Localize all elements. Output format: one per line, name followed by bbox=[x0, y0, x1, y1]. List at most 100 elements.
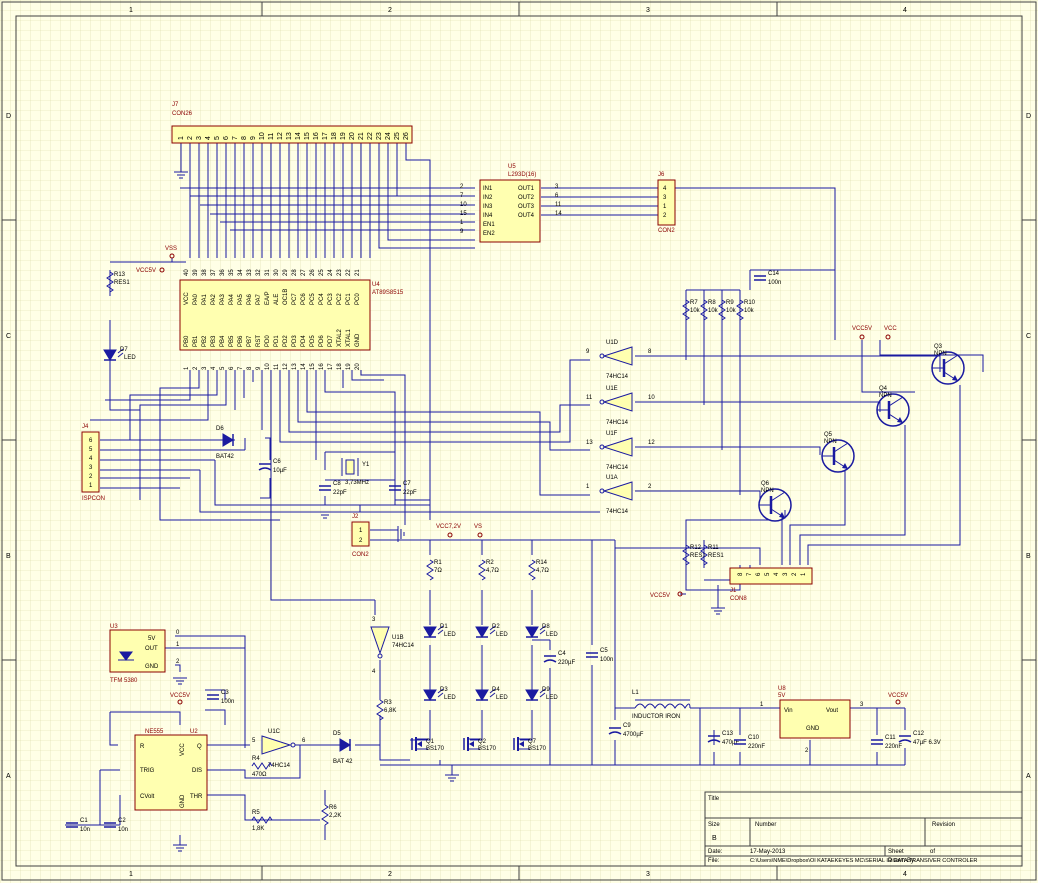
capacitor-value: 10n bbox=[80, 827, 90, 833]
l1-ref: L1 bbox=[632, 690, 639, 696]
connector-j6: J6 CON2 4312 bbox=[657, 172, 676, 234]
j7-pin: 18 bbox=[331, 132, 338, 140]
u4-top-label: ALE bbox=[274, 294, 280, 305]
row-label-B-right: B bbox=[1026, 553, 1031, 560]
j7-pin: 12 bbox=[277, 132, 284, 140]
inverter-ref: U1C bbox=[268, 729, 281, 735]
diode-value: LED bbox=[444, 632, 456, 638]
row-label-D-right: D bbox=[1026, 113, 1031, 120]
resistor-ref: R13 bbox=[114, 272, 126, 278]
j7-pin: 5 bbox=[214, 136, 221, 140]
resistor-value: 470Ω bbox=[252, 772, 267, 778]
u4-top-pin: 27 bbox=[301, 269, 307, 276]
j7-pin: 17 bbox=[322, 132, 329, 140]
transistor-ref: Q5 bbox=[824, 432, 833, 438]
row-label-A-right: A bbox=[1026, 773, 1031, 780]
u4-bottom-label: PD1 bbox=[274, 335, 280, 347]
inverter-part: 74HC14 bbox=[392, 643, 415, 649]
resistor-ref: R7 bbox=[690, 300, 698, 306]
j1-ref: J1 bbox=[730, 588, 737, 594]
j7-pin: 25 bbox=[394, 132, 401, 140]
u4-top-pin: 29 bbox=[283, 269, 289, 276]
transistor-type: NPN bbox=[761, 488, 774, 494]
resistor-ref: R5 bbox=[252, 810, 260, 816]
j7-pin: 4 bbox=[205, 136, 212, 140]
u4-top-label: PC1 bbox=[346, 293, 352, 305]
u4-top-pin: 39 bbox=[193, 269, 199, 276]
u2-label-cvolt: CVolt bbox=[140, 794, 155, 800]
inverter-ref: U1E bbox=[606, 386, 618, 392]
drawn-label: Drawn By: bbox=[888, 858, 916, 864]
number-label: Number bbox=[755, 822, 776, 828]
u4-top-pin: 31 bbox=[265, 269, 271, 276]
vcc5v-label-q: VCC5V bbox=[852, 326, 872, 332]
u4-top-label: PC3 bbox=[328, 293, 334, 305]
j7-pin: 14 bbox=[295, 132, 302, 140]
j7-pin: 13 bbox=[286, 132, 293, 140]
resistor-value: 10k bbox=[708, 308, 719, 314]
transistor-ref: Q3 bbox=[934, 344, 943, 350]
diode-ref: D7 bbox=[120, 347, 128, 353]
resistor-value: 10k bbox=[726, 308, 737, 314]
u4-top-pin: 36 bbox=[220, 269, 226, 276]
capacitor-value: 470µF bbox=[722, 740, 739, 746]
u4-bottom-pin: 14 bbox=[301, 363, 307, 370]
diode-ref: D3 bbox=[440, 687, 448, 693]
u4-bottom-label: PB7 bbox=[247, 335, 253, 347]
u4-bottom-label: PB0 bbox=[184, 335, 190, 347]
j6-ref: J6 bbox=[658, 172, 665, 178]
capacitor-value: 100n bbox=[768, 280, 781, 286]
size-value: B bbox=[712, 835, 717, 842]
resistor-value: 4,7Ω bbox=[486, 568, 499, 574]
u5-input-label: IN3 bbox=[483, 204, 493, 210]
j7-pin: 9 bbox=[250, 136, 257, 140]
vcc5v-label-u4: VCC5V bbox=[136, 268, 156, 274]
transistor-type: NPN bbox=[824, 439, 837, 445]
u4-top-pin: 24 bbox=[328, 269, 334, 276]
transistor-ref: Q1 bbox=[426, 739, 435, 745]
resistor-value: RES1 bbox=[708, 553, 724, 559]
u4-top-pin: 21 bbox=[355, 269, 361, 276]
row-label-B: B bbox=[6, 553, 11, 560]
j7-pin: 19 bbox=[340, 132, 347, 140]
title-label: Title bbox=[708, 796, 720, 802]
inverter-part: 74HC14 bbox=[606, 374, 629, 380]
j7-pin: 8 bbox=[241, 136, 248, 140]
u2-ref: U2 bbox=[190, 729, 198, 735]
resistor-value: 10k bbox=[690, 308, 701, 314]
diode-ref: D5 bbox=[333, 731, 341, 737]
u4-top-label: PC5 bbox=[310, 293, 316, 305]
u8-label-gnd: GND bbox=[806, 726, 820, 732]
capacitor-value: 100n bbox=[221, 699, 234, 705]
col-label-3-bottom: 3 bbox=[646, 871, 650, 878]
ic-u2: NE555 U2 R VCC Q TRIG DIS CVolt GND THR bbox=[134, 729, 208, 811]
capacitor-value: 10n bbox=[118, 827, 128, 833]
vcc7-label: VCC7,2V bbox=[436, 524, 461, 530]
u4-top-label: PA4 bbox=[229, 293, 235, 305]
inverter-ref: U1A bbox=[606, 475, 618, 481]
u5-input-label: IN2 bbox=[483, 195, 493, 201]
resistor-value: 6,8K bbox=[384, 708, 396, 714]
diode-ref: D9 bbox=[542, 687, 550, 693]
capacitor-ref: C1 bbox=[80, 818, 88, 824]
capacitor-value: 22pF bbox=[403, 490, 417, 496]
col-label-3: 3 bbox=[646, 7, 650, 14]
u5-input-label: EN1 bbox=[483, 222, 495, 228]
u5-ref: U5 bbox=[508, 164, 516, 170]
date-label: Date: bbox=[708, 849, 723, 855]
diode-value: LED bbox=[496, 695, 508, 701]
row-label-A: A bbox=[6, 773, 11, 780]
u4-ref: U4 bbox=[372, 282, 380, 288]
j7-pin: 24 bbox=[385, 132, 392, 140]
capacitor-value: 220nF bbox=[885, 744, 902, 750]
u4-bottom-label: PD3 bbox=[292, 335, 298, 347]
u4-top-label: VCC bbox=[184, 292, 190, 305]
u5-output-label: OUT2 bbox=[518, 195, 535, 201]
u4-bottom-pin: 18 bbox=[337, 363, 343, 370]
resistor-value: 10k bbox=[744, 308, 755, 314]
inverter-in-pin: 10 bbox=[648, 395, 655, 401]
u8-label-vin: Vin bbox=[784, 708, 793, 714]
capacitor-ref: C13 bbox=[722, 731, 734, 737]
capacitor-ref: C14 bbox=[768, 271, 780, 277]
u4-top-pin: 30 bbox=[274, 269, 280, 276]
